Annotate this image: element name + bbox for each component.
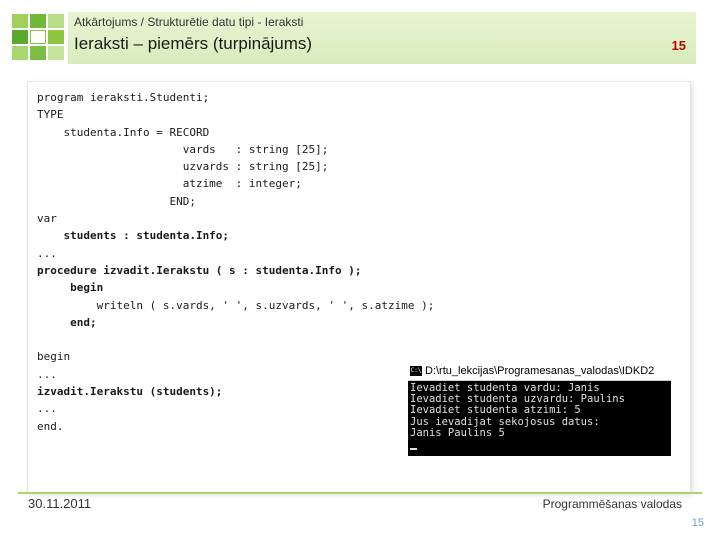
console-output: Ievadiet studenta vardu: Janis Ievadiet …: [408, 381, 671, 451]
cmd-icon: C:\: [410, 366, 422, 376]
footer-page-number: 15: [691, 517, 704, 529]
code-line: var: [37, 212, 57, 226]
code-line: uzvards : string [25];: [37, 160, 329, 174]
code-line: begin: [37, 281, 104, 295]
footer-divider: [18, 492, 702, 494]
console-line: Janis Paulins 5: [410, 426, 505, 439]
pascal-code-listing: program ieraksti.Studenti; TYPE studenta…: [37, 89, 434, 435]
code-line: end.: [37, 419, 64, 433]
code-line: vards : string [25];: [37, 142, 329, 156]
console-title-bar: C:\ D:\rtu_lekcijas\Programesanas_valoda…: [408, 362, 671, 381]
university-logo: [12, 14, 66, 62]
code-line: ...: [37, 402, 57, 416]
console-line: Ievadiet studenta vardu: Janis: [410, 382, 600, 394]
code-line: procedure izvadit.Ierakstu ( s : student…: [37, 263, 362, 277]
code-line: studenta.Info = RECORD: [37, 125, 210, 139]
console-line: Ievadiet studenta atzimi: 5: [410, 404, 581, 417]
code-line: writeln ( s.vards, ' ', s.uzvards, ' ', …: [37, 298, 435, 312]
code-line: end;: [37, 315, 97, 329]
code-line: program ieraksti.Studenti;: [37, 91, 210, 104]
footer-course-name: Programmēšanas valodas: [542, 497, 682, 511]
breadcrumb: Atkārtojums / Strukturētie datu tipi - I…: [74, 15, 304, 29]
slide-title: Ieraksti – piemērs (turpinājums): [74, 34, 313, 53]
console-window-screenshot: C:\ D:\rtu_lekcijas\Programesanas_valoda…: [408, 362, 671, 456]
code-line: atzime : integer;: [37, 177, 302, 191]
code-line: TYPE: [37, 108, 64, 122]
console-title: D:\rtu_lekcijas\Programesanas_valodas\ID…: [425, 365, 655, 377]
slide-header: Atkārtojums / Strukturētie datu tipi - I…: [68, 12, 696, 64]
slide-number: 15: [671, 38, 686, 53]
console-cursor: [410, 448, 417, 451]
console-line: Jus ievadijat sekojosus datus:: [410, 415, 600, 428]
code-line: END;: [37, 194, 196, 208]
code-line: begin: [37, 350, 71, 364]
code-line: students : studenta.Info;: [37, 229, 230, 243]
code-line: ...: [37, 367, 57, 381]
code-line: izvadit.Ierakstu (students);: [37, 385, 223, 399]
console-line: Ievadiet studenta uzvardu: Paulins: [410, 393, 625, 406]
code-line: ...: [37, 246, 57, 260]
footer-date: 30.11.2011: [28, 496, 92, 511]
